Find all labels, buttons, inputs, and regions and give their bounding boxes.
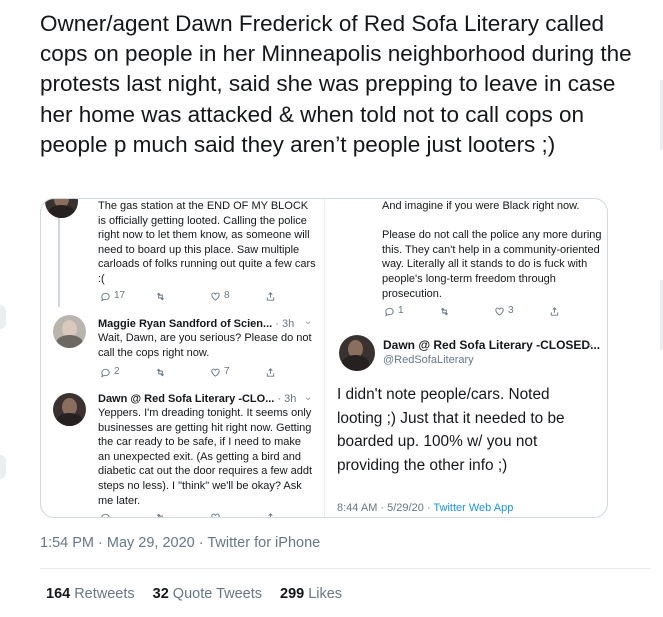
tweet-text: Owner/agent Dawn Frederick of Red Sofa L… [40,11,632,157]
thread-tweet-2-actions: 2 7 [100,365,320,380]
retweet-action [439,306,494,317]
retweet-icon [156,292,165,301]
heart-icon [211,368,220,377]
reply-icon [101,513,110,517]
like-count: 3 [508,305,514,316]
reply-icon [100,292,110,302]
reply-context-text: And imagine if you were Black right now.… [382,200,602,300]
tweet-timestamp[interactable]: 1:54 PM · May 29, 2020 · Twitter for iPh… [40,535,320,551]
heart-icon [211,292,220,301]
like-action: 3 [494,304,549,319]
reply-count: 2 [114,366,120,377]
heart-icon [211,513,220,517]
retweet-icon [440,307,449,316]
author-handle: @RedSofaLiterary [383,354,474,366]
thread-tweet-2-text: Wait, Dawn, are you serious? Please do n… [98,332,312,359]
share-icon [550,306,559,316]
thread-tweet-1-actions: 17 8 [100,289,320,304]
reply-context-actions: 1 3 [384,304,604,319]
avatar [53,315,86,348]
tweet-media-image[interactable]: The gas station at the END OF MY BLOCK i… [40,198,608,518]
right-scroll-edge [651,0,663,617]
focused-tweet-text: I didn't note people/cars. Noted looting… [337,386,565,474]
chevron-down-icon: ⌄ [304,316,313,327]
reply-action: 17 [100,289,155,304]
left-edge [0,0,12,617]
share-icon [266,291,275,301]
thread-tweet-3-text: Yeppers. I'm dreading tonight. It seems … [98,407,313,507]
chevron-down-icon: ⌄ [586,339,595,350]
avatar [339,335,375,371]
like-action: 8 [210,289,265,304]
reply-count: 17 [114,290,126,301]
retweets-stat[interactable]: 164 Retweets [46,586,135,602]
screenshot-left: The gas station at the END OF MY BLOCK i… [41,199,325,517]
share-action [265,291,320,302]
thread-tweet-3-actions [100,512,320,517]
likes-stat[interactable]: 299 Likes [280,586,342,602]
author-name: Dawn @ Red Sofa Literary -CLOSED... [383,338,601,352]
reply-icon [384,307,394,317]
share-action [265,367,320,378]
tweet-stats: 164 Retweets 32 Quote Tweets 299 Likes [46,586,360,602]
reply-action: 1 [384,304,439,319]
retweet-icon [156,368,165,377]
focused-tweet-footer: 8:44 AM · 5/29/20 · Twitter Web App [337,502,514,514]
thread-tweet-2-author: Maggie Ryan Sandford of Scien... · 3h [98,318,295,330]
thread-tweet-1-text: The gas station at the END OF MY BLOCK i… [98,200,316,285]
thread-tweet-3-author: Dawn @ Red Sofa Literary -CLO... · 3h [98,393,297,405]
avatar [45,199,78,218]
reply-count: 1 [398,305,404,316]
retweet-action [155,367,210,378]
chevron-down-icon: ⌄ [304,392,313,403]
reply-icon [100,368,110,378]
share-action [549,306,604,317]
share-icon [266,367,275,377]
like-count: 8 [224,290,230,301]
like-action: 7 [210,365,265,380]
quote-tweets-stat[interactable]: 32 Quote Tweets [153,586,262,602]
like-count: 7 [224,366,230,377]
heart-icon [495,307,504,316]
share-icon [268,513,273,517]
retweet-action [155,291,210,302]
reply-action: 2 [100,365,155,380]
divider [40,568,651,569]
screenshot-right: And imagine if you were Black right now.… [326,199,607,517]
avatar [53,393,86,426]
retweet-icon [156,513,163,517]
